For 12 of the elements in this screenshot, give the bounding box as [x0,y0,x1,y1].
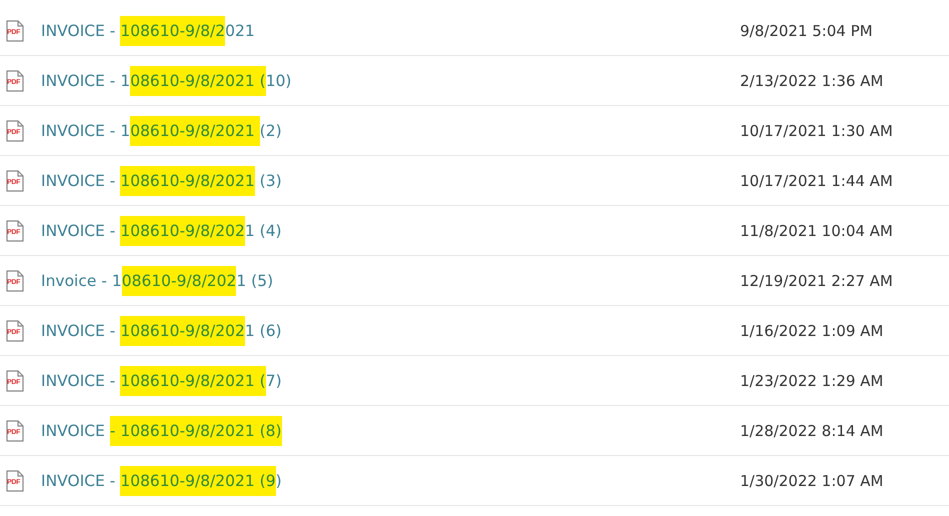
modified-date: 1/30/2022 1:07 AM [740,472,884,490]
modified-date: 10/17/2021 1:44 AM [740,172,894,190]
modified-date: 12/19/2021 2:27 AM [740,272,894,290]
modified-date: 1/28/2022 8:14 AM [740,422,884,440]
modified-date: 2/13/2022 1:36 AM [740,72,884,90]
file-name-link[interactable]: INVOICE - 108610-9/8/2021 [41,16,255,46]
modified-date: 1/16/2022 1:09 AM [740,322,884,340]
modified-date: 1/23/2022 1:29 AM [740,372,884,390]
modified-date: 11/8/2021 10:04 AM [740,222,894,240]
modified-date: 10/17/2021 1:30 AM [740,122,894,140]
file-name-link[interactable]: Invoice - 108610-9/8/2021 (5) [41,266,274,296]
modified-date: 9/8/2021 5:04 PM [740,22,874,40]
